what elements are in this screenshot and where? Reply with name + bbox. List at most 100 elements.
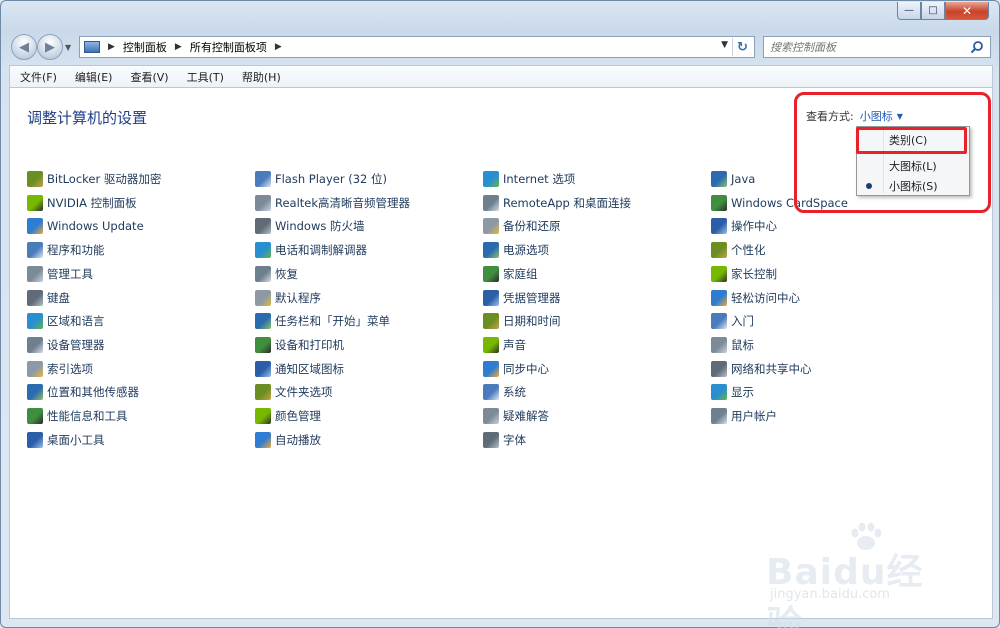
control-panel-item[interactable]: 轻松访问中心 <box>711 289 800 307</box>
control-panel-item[interactable]: 通知区域图标 <box>255 360 344 378</box>
control-panel-item-icon <box>483 384 499 401</box>
control-panel-item[interactable]: 家长控制 <box>711 265 777 283</box>
control-panel-item[interactable]: 声音 <box>483 336 526 354</box>
control-panel-item[interactable]: 系统 <box>483 383 526 401</box>
menu-help[interactable]: 帮助(H) <box>234 69 289 85</box>
navigation-bar: ◀ ▶ ▼ ▶ 控制面板 ▶ 所有控制面板项 ▶ ▼ ↻ <box>1 31 1000 63</box>
control-panel-icon <box>84 41 100 53</box>
maximize-icon: □ <box>928 5 938 16</box>
control-panel-item[interactable]: 管理工具 <box>27 265 93 283</box>
control-panel-item[interactable]: 同步中心 <box>483 360 549 378</box>
control-panel-item-icon <box>27 171 43 187</box>
control-panel-item[interactable]: 程序和功能 <box>27 241 105 259</box>
breadcrumb-item[interactable]: 控制面板 <box>123 39 167 55</box>
search-icon[interactable] <box>970 40 984 54</box>
menu-file[interactable]: 文件(F) <box>12 69 65 85</box>
forward-button[interactable]: ▶ <box>37 34 63 60</box>
control-panel-item[interactable]: 索引选项 <box>27 360 93 378</box>
control-panel-item[interactable]: 设备管理器 <box>27 336 105 354</box>
control-panel-item[interactable]: 任务栏和「开始」菜单 <box>255 312 390 330</box>
control-panel-item-label: 任务栏和「开始」菜单 <box>275 314 390 329</box>
control-panel-item-label: 声音 <box>503 337 526 352</box>
minimize-button[interactable]: — <box>897 2 921 20</box>
breadcrumb-separator-icon[interactable]: ▶ <box>108 42 115 52</box>
watermark-url: jingyan.baidu.com <box>770 587 890 602</box>
control-panel-item-label: 字体 <box>503 432 526 447</box>
control-panel-item[interactable]: RemoteApp 和桌面连接 <box>483 194 631 212</box>
control-panel-item[interactable]: 默认程序 <box>255 289 321 307</box>
search-box[interactable] <box>763 36 991 58</box>
control-panel-item[interactable]: Windows Update <box>27 217 144 235</box>
control-panel-item-label: 文件夹选项 <box>275 385 333 400</box>
control-panel-item[interactable]: 疑难解答 <box>483 407 549 425</box>
control-panel-item[interactable]: Windows 防火墙 <box>255 217 365 235</box>
control-panel-item[interactable]: 自动播放 <box>255 431 321 449</box>
control-panel-item-icon <box>255 218 271 235</box>
control-panel-item-label: 轻松访问中心 <box>731 290 800 305</box>
control-panel-item-icon <box>711 194 727 211</box>
search-input[interactable] <box>770 38 966 56</box>
control-panel-item[interactable]: 入门 <box>711 312 754 330</box>
control-panel-item[interactable]: Internet 选项 <box>483 170 575 188</box>
control-panel-item[interactable]: 桌面小工具 <box>27 431 105 449</box>
control-panel-item[interactable]: 家庭组 <box>483 265 538 283</box>
control-panel-item-icon <box>483 336 499 353</box>
control-panel-item-icon <box>27 194 43 211</box>
control-panel-item[interactable]: Flash Player (32 位) <box>255 170 387 188</box>
control-panel-item[interactable]: 区域和语言 <box>27 312 105 330</box>
menu-tools[interactable]: 工具(T) <box>179 69 232 85</box>
back-button[interactable]: ◀ <box>11 34 37 60</box>
control-panel-item-icon <box>711 384 727 401</box>
control-panel-item[interactable]: 显示 <box>711 383 754 401</box>
baidu-watermark: Baidu经验 jingyan.baidu.com <box>756 521 956 628</box>
control-panel-item[interactable]: 文件夹选项 <box>255 383 333 401</box>
refresh-icon[interactable]: ↻ <box>732 38 752 56</box>
control-panel-item[interactable]: 日期和时间 <box>483 312 561 330</box>
breadcrumb-tail[interactable]: ▶ <box>275 42 290 52</box>
breadcrumb-separator-icon[interactable]: ▶ <box>175 42 182 52</box>
control-panel-item[interactable]: Java <box>711 170 755 188</box>
maximize-button[interactable]: □ <box>921 2 945 20</box>
breadcrumb-all-items[interactable]: ▶ 所有控制面板项 <box>175 39 267 55</box>
control-panel-item[interactable]: 电话和调制解调器 <box>255 241 367 259</box>
close-button[interactable]: ✕ <box>945 2 989 20</box>
address-dropdown-icon[interactable]: ▼ <box>721 40 728 50</box>
breadcrumb-separator-icon[interactable]: ▶ <box>275 42 282 52</box>
control-panel-item[interactable]: 鼠标 <box>711 336 754 354</box>
control-panel-item[interactable]: 备份和还原 <box>483 217 561 235</box>
control-panel-item[interactable]: 操作中心 <box>711 217 777 235</box>
control-panel-item[interactable]: 性能信息和工具 <box>27 407 128 425</box>
control-panel-item-icon <box>255 194 271 211</box>
control-panel-item[interactable]: 用户帐户 <box>711 407 777 425</box>
menu-edit[interactable]: 编辑(E) <box>67 69 121 85</box>
menu-view[interactable]: 查看(V) <box>122 69 176 85</box>
control-panel-item-icon <box>483 431 499 448</box>
control-panel-item-label: 家长控制 <box>731 266 777 281</box>
control-panel-item[interactable]: 位置和其他传感器 <box>27 383 139 401</box>
address-bar[interactable]: ▶ 控制面板 ▶ 所有控制面板项 ▶ ▼ ↻ <box>79 36 755 58</box>
control-panel-item-label: 入门 <box>731 314 754 329</box>
control-panel-item-label: 恢复 <box>275 266 298 281</box>
control-panel-item[interactable]: 凭据管理器 <box>483 289 561 307</box>
control-panel-item-label: 鼠标 <box>731 337 754 352</box>
control-panel-item-icon <box>27 289 43 306</box>
control-panel-item[interactable]: 恢复 <box>255 265 298 283</box>
breadcrumb-item[interactable]: 所有控制面板项 <box>190 39 267 55</box>
control-panel-item[interactable]: Realtek高清晰音频管理器 <box>255 194 410 212</box>
control-panel-item[interactable]: NVIDIA 控制面板 <box>27 194 137 212</box>
control-panel-item-label: Windows Update <box>47 219 144 234</box>
control-panel-item[interactable]: 网络和共享中心 <box>711 360 812 378</box>
control-panel-item[interactable]: 键盘 <box>27 289 70 307</box>
control-panel-item[interactable]: 设备和打印机 <box>255 336 344 354</box>
control-panel-item-label: 性能信息和工具 <box>47 409 128 423</box>
control-panel-item[interactable]: 字体 <box>483 431 526 449</box>
control-panel-item[interactable]: 颜色管理 <box>255 407 321 425</box>
control-panel-item-label: 通知区域图标 <box>275 361 344 376</box>
control-panel-item-icon <box>483 289 499 306</box>
control-panel-item[interactable]: 个性化 <box>711 241 766 259</box>
control-panel-item-label: RemoteApp 和桌面连接 <box>503 195 631 210</box>
control-panel-item[interactable]: 电源选项 <box>483 241 549 259</box>
control-panel-item[interactable]: BitLocker 驱动器加密 <box>27 170 161 188</box>
recent-pages-dropdown[interactable]: ▼ <box>65 43 71 52</box>
breadcrumb-control-panel[interactable]: ▶ 控制面板 <box>108 39 167 55</box>
